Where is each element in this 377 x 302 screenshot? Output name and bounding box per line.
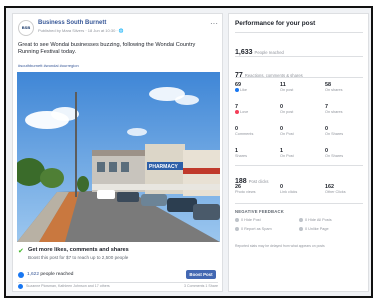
divider bbox=[18, 282, 218, 283]
more-options-icon[interactable]: ··· bbox=[210, 19, 218, 28]
shares-on-shares-label: On Shares bbox=[325, 154, 344, 158]
other-clicks-label: Other Clicks bbox=[325, 190, 346, 194]
comments-on-shares-cell: 0 On Shares bbox=[325, 126, 365, 137]
hide-all-posts-icon bbox=[299, 218, 303, 222]
comments-on-post-cell: 0 On Post bbox=[280, 126, 320, 137]
reach-summary: 1,622 people reached bbox=[27, 272, 73, 277]
boost-banner-title: Get more likes, comments and shares bbox=[28, 247, 129, 253]
reactions-names-link[interactable]: Suzanne Plowman, Kathleen Johnson and 17… bbox=[26, 284, 110, 288]
likes-on-post-label: On post bbox=[280, 88, 294, 92]
engagement-stat: 77 Reactions, comments & shares bbox=[235, 64, 303, 82]
reach-icon bbox=[18, 272, 24, 278]
reach-row: 1,622 people reached Boost Post bbox=[18, 270, 218, 282]
people-reached-label: People reached bbox=[254, 50, 284, 55]
post-header: BSB Business South Burnett Published by … bbox=[18, 18, 218, 40]
hide-all-posts-item: 0 Hide All Posts bbox=[299, 218, 332, 222]
loves-on-post-label: On post bbox=[280, 110, 294, 114]
hide-post-icon bbox=[235, 218, 239, 222]
love-icon bbox=[235, 110, 239, 114]
hide-post-text: 0 Hide Post bbox=[241, 218, 261, 222]
likes-cell: 69 Like bbox=[235, 82, 275, 93]
likes-label-text: Like bbox=[240, 88, 247, 92]
reactions-row: Suzanne Plowman, Kathleen Johnson and 17… bbox=[18, 284, 218, 292]
loves-on-post-cell: 0 On post bbox=[280, 104, 320, 115]
shares-on-shares-cell: 0 On Shares bbox=[325, 148, 365, 159]
loves-on-shares-label: On shares bbox=[325, 110, 343, 114]
negative-feedback-title: NEGATIVE FEEDBACK bbox=[235, 209, 284, 214]
comments-on-shares-label: On Shares bbox=[325, 132, 344, 136]
link-clicks-label: Link clicks bbox=[280, 190, 298, 194]
likes-on-shares-cell: 58 On shares bbox=[325, 82, 365, 93]
trend-up-icon: ✔ bbox=[18, 248, 24, 255]
shares-label: Shares bbox=[235, 154, 248, 158]
loves-cell: 7 Love bbox=[235, 104, 275, 115]
like-icon bbox=[235, 88, 239, 92]
performance-title: Performance for your post bbox=[235, 20, 316, 27]
people-reached-count: 1,633 bbox=[235, 49, 253, 56]
post-photo[interactable]: PHARMACY bbox=[17, 72, 220, 242]
divider bbox=[235, 32, 363, 33]
post-meta: Published by Mara Silvers ⋅ 18 Jun at 10… bbox=[38, 28, 124, 33]
divider bbox=[235, 77, 363, 78]
reach-count-link[interactable]: 1,622 bbox=[27, 272, 39, 277]
hide-all-posts-text: 0 Hide All Posts bbox=[305, 218, 332, 222]
photo-views-label: Photo views bbox=[235, 190, 256, 194]
loves-label-text: Love bbox=[240, 110, 249, 114]
boost-post-button[interactable]: Boost Post bbox=[186, 270, 216, 279]
photo-views-cell: 26 Photo views bbox=[235, 184, 275, 195]
loves-on-shares-cell: 7 On shares bbox=[325, 104, 365, 115]
post-hashtags-link[interactable]: #southburnett #wondai #ourregion bbox=[18, 63, 79, 68]
other-clicks-cell: 162 Other Clicks bbox=[325, 184, 365, 195]
likes-label: Like bbox=[235, 88, 275, 93]
comments-label: Comments bbox=[235, 132, 254, 136]
globe-icon: 🌐 bbox=[118, 28, 124, 33]
report-spam-icon bbox=[235, 227, 239, 231]
comments-cell: 0 Comments bbox=[235, 126, 275, 137]
shares-on-post-cell: 1 On Post bbox=[280, 148, 320, 159]
reach-label: people reached bbox=[40, 272, 74, 277]
report-spam-item: 0 Report as Spam bbox=[235, 227, 272, 231]
post-text: Great to see Wondai businesses buzzing, … bbox=[18, 42, 196, 55]
shares-cell: 1 Shares bbox=[235, 148, 275, 159]
street-photo-image: PHARMACY bbox=[17, 72, 220, 242]
performance-panel: Performance for your post 1,633 People re… bbox=[228, 13, 369, 292]
divider bbox=[235, 165, 363, 166]
screenshot-frame: BSB Business South Burnett Published by … bbox=[4, 6, 373, 298]
likes-on-shares-label: On shares bbox=[325, 88, 343, 92]
comments-shares-link[interactable]: 3 Comments 1 Share bbox=[184, 284, 218, 288]
divider bbox=[235, 56, 363, 57]
comments-on-post-label: On Post bbox=[280, 132, 294, 136]
facebook-post: BSB Business South Burnett Published by … bbox=[12, 13, 223, 292]
post-meta-text: Published by Mara Silvers ⋅ 18 Jun at 10… bbox=[38, 28, 119, 33]
likes-on-post-cell: 11 On post bbox=[280, 82, 320, 93]
report-spam-text: 0 Report as Spam bbox=[241, 227, 272, 231]
boost-banner-subtitle: Boost this post for $7 to reach up to 2,… bbox=[28, 255, 129, 260]
unlike-page-item: 0 Unlike Page bbox=[299, 227, 329, 231]
unlike-page-icon bbox=[299, 227, 303, 231]
page-name-link[interactable]: Business South Burnett bbox=[38, 20, 106, 26]
page-avatar[interactable]: BSB bbox=[18, 20, 34, 36]
divider bbox=[235, 203, 363, 204]
hide-post-item: 0 Hide Post bbox=[235, 218, 261, 222]
stats-footnote: Reported stats may be delayed from what … bbox=[235, 244, 325, 248]
link-clicks-cell: 0 Link clicks bbox=[280, 184, 320, 195]
boost-banner: ✔ Get more likes, comments and shares Bo… bbox=[18, 247, 218, 267]
shares-on-post-label: On Post bbox=[280, 154, 294, 158]
unlike-page-text: 0 Unlike Page bbox=[305, 227, 329, 231]
loves-label: Love bbox=[235, 110, 275, 115]
like-reaction-icon bbox=[18, 284, 23, 289]
svg-text:PHARMACY: PHARMACY bbox=[149, 164, 179, 170]
